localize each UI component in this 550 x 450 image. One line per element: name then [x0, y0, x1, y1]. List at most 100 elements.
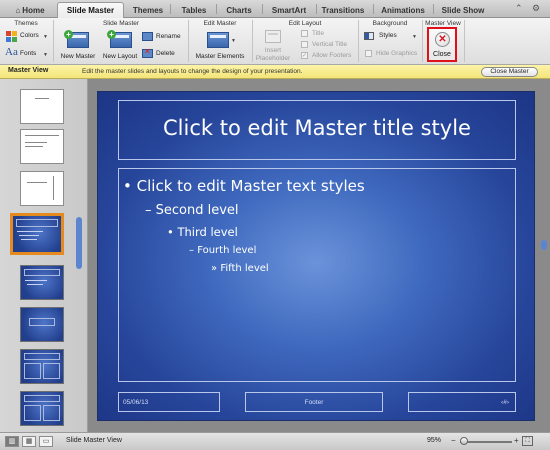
close-master-button[interactable]: Close Master	[481, 67, 538, 77]
plus-icon: +	[64, 30, 73, 39]
date-text: 05/06/13	[123, 399, 149, 406]
tab-animations[interactable]: Animations	[375, 2, 431, 18]
group-divider	[464, 20, 465, 62]
title-placeholder-text: Click to edit Master title style	[163, 116, 471, 140]
hide-graphics-label: Hide Graphics	[376, 50, 418, 57]
colors-button[interactable]: Colors	[20, 32, 39, 39]
fit-to-window-icon[interactable]: ⛶	[522, 436, 533, 446]
chevron-down-icon: ▼	[231, 38, 236, 44]
close-label: Close	[433, 51, 451, 58]
status-bar: ▥ ▦ ▭ Slide Master View 95% − + ⛶	[0, 432, 550, 450]
plus-icon: +	[107, 30, 116, 39]
tab-slide-show[interactable]: Slide Show	[435, 2, 491, 18]
slide-number-text: ‹#›	[501, 399, 509, 406]
tab-slide-master[interactable]: Slide Master	[57, 2, 124, 18]
group-title-edit-layout: Edit Layout	[288, 20, 322, 27]
slide-sorter-icon[interactable]: ▦	[22, 436, 36, 447]
tab-transitions[interactable]: Transitions	[318, 2, 368, 18]
slide-thumbnail[interactable]	[20, 129, 64, 164]
chevron-down-icon: ▼	[412, 34, 417, 40]
slide-thumbnail[interactable]	[20, 171, 64, 206]
slide-show-icon[interactable]: ▭	[39, 436, 53, 447]
tab-tables[interactable]: Tables	[172, 2, 216, 18]
zoom-out-icon[interactable]: −	[451, 436, 456, 445]
tab-divider	[433, 4, 434, 14]
allow-footers-label: Allow Footers	[312, 52, 352, 59]
zoom-percentage[interactable]: 95%	[427, 437, 441, 444]
editor-scrollbar[interactable]	[541, 240, 547, 250]
styles-button[interactable]: Styles	[379, 32, 397, 39]
delete-button[interactable]: Delete	[156, 50, 175, 57]
master-elements-icon	[207, 32, 229, 48]
slide-thumbnail-pane: ⋮	[0, 79, 88, 432]
slide-thumbnail[interactable]	[20, 265, 64, 300]
message-bar: Master View Edit the master slides and l…	[0, 65, 550, 79]
slide-thumbnail-selected[interactable]	[10, 213, 64, 255]
normal-view-icon[interactable]: ▥	[5, 436, 19, 447]
chevron-down-icon: ▼	[43, 34, 48, 40]
master-slide[interactable]: Click to edit Master title style • Click…	[97, 91, 535, 421]
chevron-down-icon: ▼	[43, 52, 48, 58]
slide-thumbnail[interactable]	[20, 391, 64, 426]
new-layout-label: New Layout	[102, 53, 138, 60]
title-placeholder[interactable]: Click to edit Master title style	[118, 100, 516, 160]
ribbon: Themes Colors ▼ Aa Fonts ▼ Slide Master …	[0, 18, 550, 65]
group-title-edit-master: Edit Master	[203, 20, 237, 27]
master-elements-label: Master Elements	[195, 53, 245, 60]
new-master-label: New Master	[60, 53, 96, 60]
slide-number-placeholder[interactable]: ‹#›	[408, 392, 516, 412]
text-level-1: • Click to edit Master text styles	[123, 177, 365, 195]
gear-icon[interactable]: ⚙	[532, 3, 540, 14]
footer-placeholder[interactable]: Footer	[245, 392, 383, 412]
styles-icon	[364, 32, 374, 40]
title-checkbox-label: Title	[312, 30, 325, 37]
title-checkbox[interactable]	[301, 30, 308, 37]
footer-text: Footer	[304, 399, 324, 406]
pane-resize-handle[interactable]: ⋮	[84, 329, 87, 337]
zoom-in-icon[interactable]: +	[514, 436, 519, 445]
tab-charts[interactable]: Charts	[218, 2, 260, 18]
vertical-title-label: Vertical Title	[312, 41, 348, 48]
colors-icon	[6, 31, 17, 42]
rename-icon	[142, 32, 153, 41]
allow-footers-checkbox[interactable]: ✓	[301, 52, 308, 59]
slide-thumbnail[interactable]	[20, 89, 64, 124]
close-icon: ✕	[435, 32, 450, 47]
date-placeholder[interactable]: 05/06/13	[118, 392, 220, 412]
message-bar-title: Master View	[8, 67, 49, 74]
group-title-themes: Themes	[14, 20, 38, 27]
delete-icon	[142, 47, 153, 58]
tab-divider	[316, 4, 317, 14]
collapse-ribbon-icon[interactable]: ⌃	[515, 3, 523, 14]
view-name-label: Slide Master View	[66, 437, 122, 444]
tab-home[interactable]: ⌂ Home	[8, 2, 52, 18]
vertical-title-checkbox[interactable]	[301, 41, 308, 48]
rename-button[interactable]: Rename	[156, 33, 181, 40]
placeholder-icon	[265, 30, 281, 43]
tab-themes[interactable]: Themes	[126, 2, 170, 18]
fonts-button[interactable]: Fonts	[20, 50, 36, 57]
zoom-slider-knob[interactable]	[460, 437, 468, 445]
group-title-slide-master: Slide Master	[102, 20, 140, 27]
message-bar-text: Edit the master slides and layouts to ch…	[82, 67, 303, 75]
text-level-3: • Third level	[167, 225, 238, 239]
tab-divider	[373, 4, 374, 14]
hide-graphics-checkbox[interactable]	[365, 50, 372, 57]
body-placeholder[interactable]: • Click to edit Master text styles – Sec…	[118, 168, 516, 382]
slide-thumbnail[interactable]	[20, 307, 64, 342]
tab-smartart[interactable]: SmartArt	[264, 2, 314, 18]
insert-placeholder-label-1: Insert	[264, 47, 282, 54]
thumbnail-scrollbar[interactable]	[76, 217, 82, 269]
ribbon-tab-bar: ⌂ Home Slide Master Themes Tables Charts …	[0, 0, 550, 18]
text-level-4: – Fourth level	[189, 245, 257, 256]
close-master-view-button[interactable]: ✕ Close	[427, 27, 457, 62]
slide-thumbnail[interactable]	[20, 349, 64, 384]
slide-editor: Click to edit Master title style • Click…	[89, 79, 550, 432]
text-level-2: – Second level	[145, 203, 239, 218]
tab-divider	[262, 4, 263, 14]
text-level-5: » Fifth level	[211, 263, 269, 274]
fonts-icon: Aa	[5, 46, 18, 58]
tab-divider	[170, 4, 171, 14]
home-icon: ⌂	[15, 6, 21, 15]
group-title-background: Background	[372, 20, 408, 27]
